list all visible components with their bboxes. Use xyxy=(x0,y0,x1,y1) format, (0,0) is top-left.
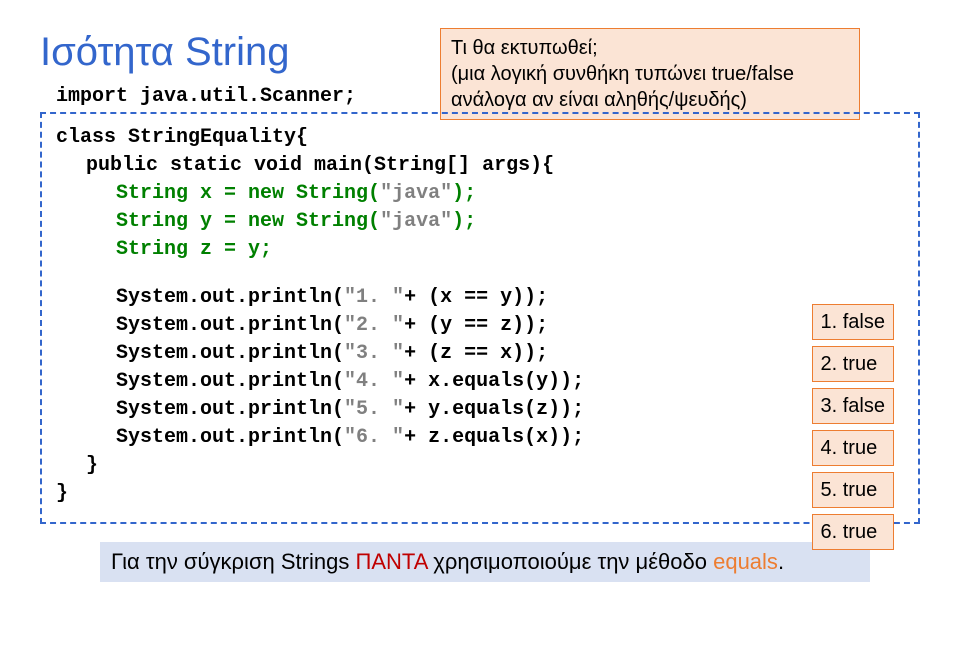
footer-emphasis: ΠΑΝΤΑ xyxy=(355,549,427,574)
callout-box: Τι θα εκτυπωθεί; (μια λογική συνθήκη τυπ… xyxy=(440,28,860,120)
code-block: class StringEquality{ public static void… xyxy=(40,112,920,524)
code-line: System.out.println("6. "+ z.equals(x)); xyxy=(56,424,904,452)
code-text: ); xyxy=(452,210,476,233)
code-text: String( xyxy=(284,182,380,205)
code-text: System.out.println( xyxy=(116,370,344,393)
blank-line xyxy=(56,264,904,284)
answer-badge: 3. false xyxy=(812,388,894,424)
code-text: + (y == z)); xyxy=(404,314,548,337)
code-line: System.out.println("3. "+ (z == x)); xyxy=(56,340,904,368)
code-text: System.out.println( xyxy=(116,426,344,449)
string-literal: "java" xyxy=(380,210,452,233)
string-literal: "6. " xyxy=(344,426,404,449)
answer-badge: 1. false xyxy=(812,304,894,340)
code-text: + z.equals(x)); xyxy=(404,426,584,449)
code-line: String z = y; xyxy=(56,236,904,264)
answer-badge: 2. true xyxy=(812,346,894,382)
string-literal: "2. " xyxy=(344,314,404,337)
callout-line2: (μια λογική συνθήκη τυπώνει true/false α… xyxy=(451,61,849,113)
code-line: String x = new String("java"); xyxy=(56,180,904,208)
string-literal: "1. " xyxy=(344,286,404,309)
callout-line1: Τι θα εκτυπωθεί; xyxy=(451,35,849,61)
code-line: String y = new String("java"); xyxy=(56,208,904,236)
footer-text: Για την σύγκριση Strings xyxy=(111,549,355,574)
string-literal: "5. " xyxy=(344,398,404,421)
string-literal: "3. " xyxy=(344,342,404,365)
code-text: + y.equals(z)); xyxy=(404,398,584,421)
keyword-new: new xyxy=(248,182,284,205)
code-line: System.out.println("4. "+ x.equals(y)); xyxy=(56,368,904,396)
footer-note: Για την σύγκριση Strings ΠΑΝΤΑ χρησιμοπο… xyxy=(100,542,870,582)
answer-badge: 5. true xyxy=(812,472,894,508)
footer-text: χρησιμοποιούμε την μέθοδο xyxy=(427,549,713,574)
keyword-new: new xyxy=(248,210,284,233)
code-line: class StringEquality{ xyxy=(56,124,904,152)
code-text: System.out.println( xyxy=(116,286,344,309)
code-line: System.out.println("1. "+ (x == y)); xyxy=(56,284,904,312)
code-text: System.out.println( xyxy=(116,314,344,337)
string-literal: "4. " xyxy=(344,370,404,393)
code-line: public static void main(String[] args){ xyxy=(56,152,904,180)
code-text: ); xyxy=(452,182,476,205)
string-literal: "java" xyxy=(380,182,452,205)
code-text: String( xyxy=(284,210,380,233)
code-text: + (z == x)); xyxy=(404,342,548,365)
code-line: System.out.println("2. "+ (y == z)); xyxy=(56,312,904,340)
answer-badge: 6. true xyxy=(812,514,894,550)
code-line: System.out.println("5. "+ y.equals(z)); xyxy=(56,396,904,424)
footer-text: . xyxy=(778,549,784,574)
footer-method: equals xyxy=(713,549,778,574)
code-text: System.out.println( xyxy=(116,398,344,421)
code-line: } xyxy=(56,480,904,508)
answers-column: 1. false 2. true 3. false 4. true 5. tru… xyxy=(812,304,894,550)
answer-badge: 4. true xyxy=(812,430,894,466)
code-text: String x = xyxy=(116,182,248,205)
code-text: + (x == y)); xyxy=(404,286,548,309)
code-text: + x.equals(y)); xyxy=(404,370,584,393)
code-line: } xyxy=(56,452,904,480)
code-text: System.out.println( xyxy=(116,342,344,365)
code-text: String y = xyxy=(116,210,248,233)
